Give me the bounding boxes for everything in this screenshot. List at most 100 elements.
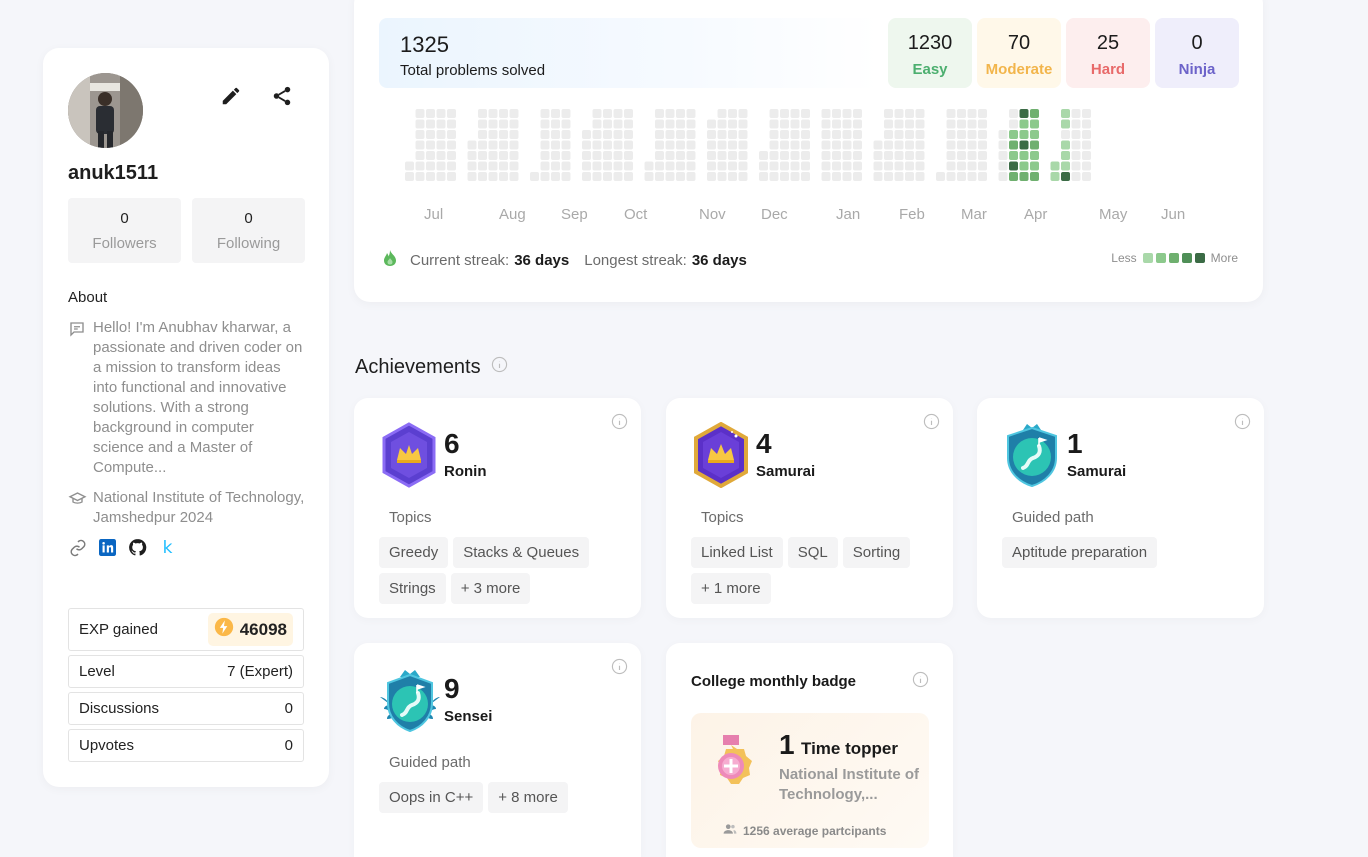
- heatmap-day-cell[interactable]: [957, 161, 966, 171]
- heatmap-day-cell[interactable]: [1061, 161, 1070, 171]
- heatmap-day-cell[interactable]: [415, 161, 425, 171]
- heatmap-day-cell[interactable]: [1019, 161, 1029, 171]
- heatmap-day-cell[interactable]: [624, 172, 633, 181]
- linkedin-icon[interactable]: [98, 538, 117, 557]
- heatmap-day-cell[interactable]: [842, 151, 852, 160]
- heatmap-day-cell[interactable]: [655, 130, 664, 139]
- heatmap-day-cell[interactable]: [967, 140, 977, 150]
- heatmap-day-cell[interactable]: [686, 151, 696, 160]
- heatmap-day-cell[interactable]: [624, 161, 633, 171]
- heatmap-day-cell[interactable]: [978, 151, 987, 160]
- heatmap-day-cell[interactable]: [884, 172, 893, 181]
- heatmap-day-cell[interactable]: [801, 172, 810, 181]
- heatmap-day-cell[interactable]: [415, 109, 425, 118]
- heatmap-day-cell[interactable]: [884, 109, 893, 118]
- heatmap-day-cell[interactable]: [613, 109, 623, 118]
- heatmap-day-cell[interactable]: [936, 172, 945, 181]
- heatmap-day-cell[interactable]: [780, 119, 789, 129]
- topic-chip[interactable]: SQL: [787, 537, 838, 568]
- heatmap-day-cell[interactable]: [561, 172, 571, 181]
- heatmap-day-cell[interactable]: [540, 161, 550, 171]
- heatmap-day-cell[interactable]: [738, 109, 748, 118]
- heatmap-day-cell[interactable]: [1082, 161, 1091, 171]
- heatmap-day-cell[interactable]: [592, 172, 602, 181]
- heatmap-day-cell[interactable]: [915, 130, 925, 139]
- heatmap-day-cell[interactable]: [1061, 109, 1070, 118]
- heatmap-day-cell[interactable]: [946, 161, 956, 171]
- heatmap-day-cell[interactable]: [1071, 140, 1081, 150]
- heatmap-day-cell[interactable]: [717, 130, 727, 139]
- heatmap-day-cell[interactable]: [665, 119, 675, 129]
- heatmap-day-cell[interactable]: [873, 151, 883, 160]
- heatmap-day-cell[interactable]: [447, 151, 456, 160]
- heatmap-day-cell[interactable]: [644, 172, 654, 181]
- heatmap-day-cell[interactable]: [644, 161, 654, 171]
- heatmap-day-cell[interactable]: [967, 161, 977, 171]
- heatmap-day-cell[interactable]: [738, 161, 748, 171]
- heatmap-day-cell[interactable]: [978, 130, 987, 139]
- heatmap-day-cell[interactable]: [436, 130, 446, 139]
- heatmap-day-cell[interactable]: [1071, 109, 1081, 118]
- heatmap-day-cell[interactable]: [613, 119, 623, 129]
- heatmap-day-cell[interactable]: [884, 161, 893, 171]
- heatmap-day-cell[interactable]: [769, 119, 779, 129]
- heatmap-day-cell[interactable]: [499, 151, 508, 160]
- heatmap-day-cell[interactable]: [1082, 119, 1091, 129]
- heatmap-day-cell[interactable]: [478, 172, 487, 181]
- heatmap-day-cell[interactable]: [499, 130, 508, 139]
- heatmap-day-cell[interactable]: [915, 151, 925, 160]
- heatmap-day-cell[interactable]: [1030, 130, 1039, 139]
- heatmap-day-cell[interactable]: [821, 109, 831, 118]
- heatmap-day-cell[interactable]: [915, 161, 925, 171]
- topic-chip[interactable]: Strings: [379, 573, 446, 604]
- heatmap-day-cell[interactable]: [676, 119, 685, 129]
- heatmap-day-cell[interactable]: [1082, 151, 1091, 160]
- heatmap-day-cell[interactable]: [1071, 119, 1081, 129]
- heatmap-day-cell[interactable]: [624, 130, 633, 139]
- heatmap-day-cell[interactable]: [499, 172, 508, 181]
- heatmap-day-cell[interactable]: [967, 172, 977, 181]
- heatmap-day-cell[interactable]: [946, 172, 956, 181]
- heatmap-day-cell[interactable]: [759, 151, 768, 160]
- heatmap-day-cell[interactable]: [894, 161, 904, 171]
- heatmap-day-cell[interactable]: [873, 161, 883, 171]
- heatmap-day-cell[interactable]: [707, 140, 716, 150]
- heatmap-day-cell[interactable]: [832, 140, 841, 150]
- heatmap-day-cell[interactable]: [998, 172, 1008, 181]
- topic-chip[interactable]: Greedy: [379, 537, 449, 568]
- heatmap-day-cell[interactable]: [478, 161, 487, 171]
- heatmap-day-cell[interactable]: [655, 161, 664, 171]
- heatmap-day-cell[interactable]: [592, 130, 602, 139]
- heatmap-day-cell[interactable]: [436, 151, 446, 160]
- heatmap-day-cell[interactable]: [603, 140, 612, 150]
- heatmap-day-cell[interactable]: [1061, 172, 1070, 181]
- heatmap-day-cell[interactable]: [884, 151, 893, 160]
- heatmap-day-cell[interactable]: [728, 161, 737, 171]
- heatmap-day-cell[interactable]: [957, 140, 966, 150]
- topic-chip[interactable]: Stacks & Queues: [453, 537, 590, 568]
- achievement-card-sensei[interactable]: 9 Sensei Guided path Oops in C++ + 8 mor…: [354, 643, 641, 857]
- heatmap-day-cell[interactable]: [1061, 140, 1070, 150]
- heatmap-day-cell[interactable]: [509, 151, 519, 160]
- info-icon[interactable]: [923, 413, 940, 430]
- heatmap-day-cell[interactable]: [540, 172, 550, 181]
- heatmap-day-cell[interactable]: [894, 151, 904, 160]
- heatmap-day-cell[interactable]: [488, 119, 498, 129]
- heatmap-day-cell[interactable]: [790, 172, 800, 181]
- heatmap-day-cell[interactable]: [769, 140, 779, 150]
- heatmap-day-cell[interactable]: [1009, 161, 1018, 171]
- heatmap-day-cell[interactable]: [676, 151, 685, 160]
- info-icon[interactable]: [1234, 413, 1251, 430]
- heatmap-day-cell[interactable]: [884, 130, 893, 139]
- heatmap-day-cell[interactable]: [592, 140, 602, 150]
- heatmap-day-cell[interactable]: [894, 140, 904, 150]
- heatmap-day-cell[interactable]: [1009, 119, 1018, 129]
- heatmap-day-cell[interactable]: [738, 140, 748, 150]
- heatmap-day-cell[interactable]: [717, 140, 727, 150]
- heatmap-day-cell[interactable]: [1030, 151, 1039, 160]
- heatmap-day-cell[interactable]: [946, 151, 956, 160]
- heatmap-day-cell[interactable]: [1030, 172, 1039, 181]
- heatmap-day-cell[interactable]: [426, 140, 435, 150]
- heatmap-day-cell[interactable]: [905, 172, 914, 181]
- heatmap-day-cell[interactable]: [707, 151, 716, 160]
